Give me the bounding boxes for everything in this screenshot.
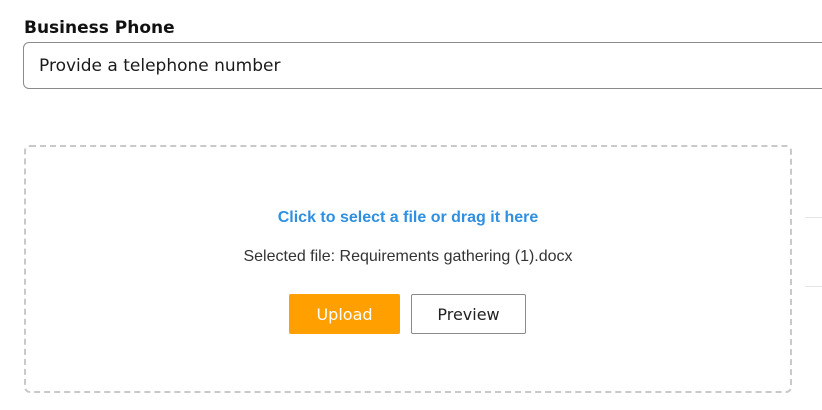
upload-button[interactable]: Upload xyxy=(289,294,400,334)
file-dropzone[interactable]: Click to select a file or drag it here S… xyxy=(24,145,792,393)
preview-button[interactable]: Preview xyxy=(411,294,526,334)
business-phone-input[interactable]: Provide a telephone number xyxy=(23,42,822,89)
select-file-link[interactable]: Click to select a file or drag it here xyxy=(26,207,790,229)
divider xyxy=(805,286,822,287)
divider xyxy=(805,217,822,218)
business-phone-label: Business Phone xyxy=(24,18,175,38)
page: Business Phone Provide a telephone numbe… xyxy=(0,0,822,410)
selected-file-text: Selected file: Requirements gathering (1… xyxy=(243,248,573,265)
